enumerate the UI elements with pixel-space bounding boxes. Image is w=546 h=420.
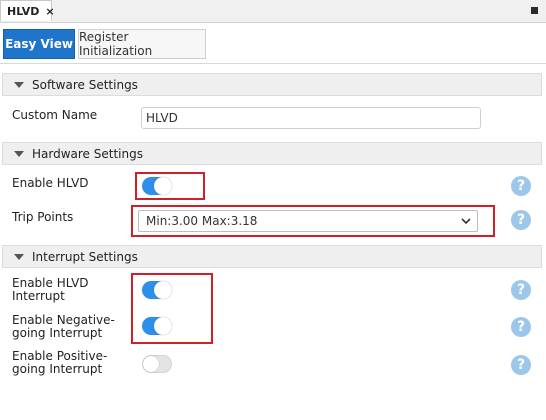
custom-name-label: Custom Name bbox=[12, 108, 98, 122]
enable-hlvd-interrupt-toggle[interactable] bbox=[142, 281, 172, 299]
help-icon[interactable]: ? bbox=[511, 280, 531, 300]
help-icon[interactable]: ? bbox=[511, 317, 531, 337]
trip-points-label: Trip Points bbox=[12, 210, 74, 224]
enable-negative-interrupt-label: Enable Negative- going Interrupt bbox=[12, 314, 115, 340]
divider bbox=[0, 63, 546, 64]
label-line: going Interrupt bbox=[12, 326, 103, 340]
section-title: Hardware Settings bbox=[32, 146, 143, 161]
help-icon[interactable]: ? bbox=[511, 176, 531, 196]
label-line: going Interrupt bbox=[12, 362, 103, 376]
toggle-knob bbox=[154, 177, 172, 195]
window-menu-icon[interactable] bbox=[531, 7, 538, 14]
help-icon[interactable]: ? bbox=[511, 355, 531, 375]
enable-hlvd-interrupt-label: Enable HLVD Interrupt bbox=[12, 277, 89, 303]
toggle-knob bbox=[154, 281, 172, 299]
tab-register-initialization[interactable]: Register Initialization bbox=[78, 29, 206, 59]
section-hardware-settings[interactable]: Hardware Settings bbox=[2, 142, 542, 165]
tab-easy-view[interactable]: Easy View bbox=[3, 29, 75, 59]
enable-negative-interrupt-toggle[interactable] bbox=[142, 317, 172, 335]
view-tabs: Easy View Register Initialization bbox=[0, 27, 546, 61]
section-interrupt-settings[interactable]: Interrupt Settings bbox=[2, 245, 542, 268]
enable-positive-interrupt-toggle[interactable] bbox=[142, 355, 172, 373]
collapse-triangle-icon bbox=[14, 253, 24, 260]
toggle-knob bbox=[143, 356, 159, 372]
enable-hlvd-label: Enable HLVD bbox=[12, 176, 89, 190]
custom-name-input[interactable] bbox=[141, 107, 481, 129]
trip-points-value: Min:3.00 Max:3.18 bbox=[146, 214, 258, 228]
toggle-knob bbox=[154, 317, 172, 335]
trip-points-select[interactable]: Min:3.00 Max:3.18 bbox=[138, 210, 478, 232]
doc-tab-title: HLVD bbox=[7, 4, 40, 18]
label-line: Interrupt bbox=[12, 289, 65, 303]
collapse-triangle-icon bbox=[14, 150, 24, 157]
section-title: Interrupt Settings bbox=[32, 249, 138, 264]
chevron-down-icon bbox=[461, 218, 471, 225]
section-software-settings[interactable]: Software Settings bbox=[2, 73, 542, 96]
section-title: Software Settings bbox=[32, 77, 138, 92]
document-tab-strip: HLVD × bbox=[0, 0, 546, 23]
enable-positive-interrupt-label: Enable Positive- going Interrupt bbox=[12, 350, 107, 376]
help-icon[interactable]: ? bbox=[511, 210, 531, 230]
collapse-triangle-icon bbox=[14, 81, 24, 88]
close-icon[interactable]: × bbox=[45, 5, 54, 18]
doc-tab-hlvd[interactable]: HLVD × bbox=[0, 0, 55, 21]
enable-hlvd-toggle[interactable] bbox=[142, 177, 172, 195]
